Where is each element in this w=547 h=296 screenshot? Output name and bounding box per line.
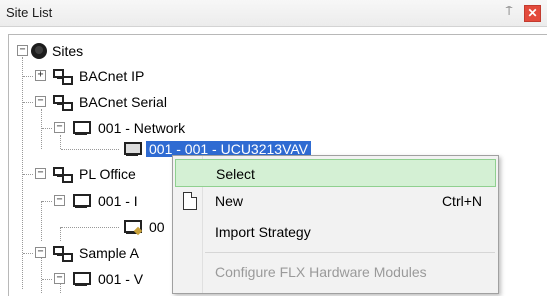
tree-guide-line: [41, 109, 42, 149]
network-icon: [53, 246, 73, 262]
tree-node-label: Sites: [52, 43, 84, 59]
collapse-expander[interactable]: −: [54, 273, 65, 284]
collapse-expander[interactable]: −: [54, 195, 65, 206]
tree-guide-line: [60, 135, 61, 149]
menu-item-configure-flx[interactable]: Configure FLX Hardware Modules: [175, 258, 496, 286]
collapse-expander[interactable]: −: [35, 96, 46, 107]
menu-item-import-strategy[interactable]: Import Strategy: [175, 218, 496, 246]
monitor-icon: [72, 194, 91, 208]
expand-expander[interactable]: +: [35, 70, 46, 81]
collapse-expander[interactable]: −: [35, 247, 46, 258]
collapse-expander[interactable]: −: [35, 168, 46, 179]
tree-node-label: 00: [149, 219, 165, 235]
menu-item-new[interactable]: New Ctrl+N: [175, 187, 496, 215]
new-document-icon: [183, 192, 197, 210]
pin-icon[interactable]: ⍑: [502, 5, 516, 19]
context-menu: Select New Ctrl+N Import Strategy Config…: [172, 155, 499, 294]
tree-node-label: 001 - V: [98, 271, 144, 287]
device-edit-icon: [123, 220, 143, 236]
tree-node-label: Sample A: [79, 245, 139, 261]
tree-guide-line: [41, 201, 42, 241]
monitor-icon: [72, 121, 91, 135]
panel-title: Site List: [6, 5, 53, 20]
tree-node-label: PL Office: [79, 166, 136, 182]
tree-node-label: BACnet IP: [79, 68, 145, 84]
panel-title-bar: Site List ⍑ ✕: [0, 0, 547, 27]
network-icon: [53, 167, 73, 183]
tree-guide-line: [22, 57, 23, 289]
menu-item-shortcut: Ctrl+N: [441, 193, 482, 209]
menu-item-label: Configure FLX Hardware Modules: [215, 264, 427, 280]
collapse-expander[interactable]: −: [54, 122, 65, 133]
menu-item-label: Import Strategy: [215, 224, 311, 240]
menu-item-label: New: [215, 193, 244, 209]
close-icon[interactable]: ✕: [524, 5, 541, 22]
globe-icon: [31, 43, 47, 59]
menu-item-select[interactable]: Select: [175, 159, 496, 187]
monitor-icon: [72, 272, 91, 286]
network-icon: [53, 95, 73, 111]
menu-separator: [205, 252, 495, 253]
tree-node-label: BACnet Serial: [79, 94, 167, 110]
tree-node-label: 001 - I: [98, 193, 138, 209]
device-icon: [123, 142, 142, 156]
collapse-expander[interactable]: −: [17, 45, 28, 56]
tree-node-label: 001 - Network: [98, 120, 186, 136]
tree-guide-line: [41, 253, 42, 293]
menu-item-label: Select: [216, 166, 255, 182]
tree-guide-line: [60, 227, 61, 241]
network-icon: [53, 69, 73, 85]
